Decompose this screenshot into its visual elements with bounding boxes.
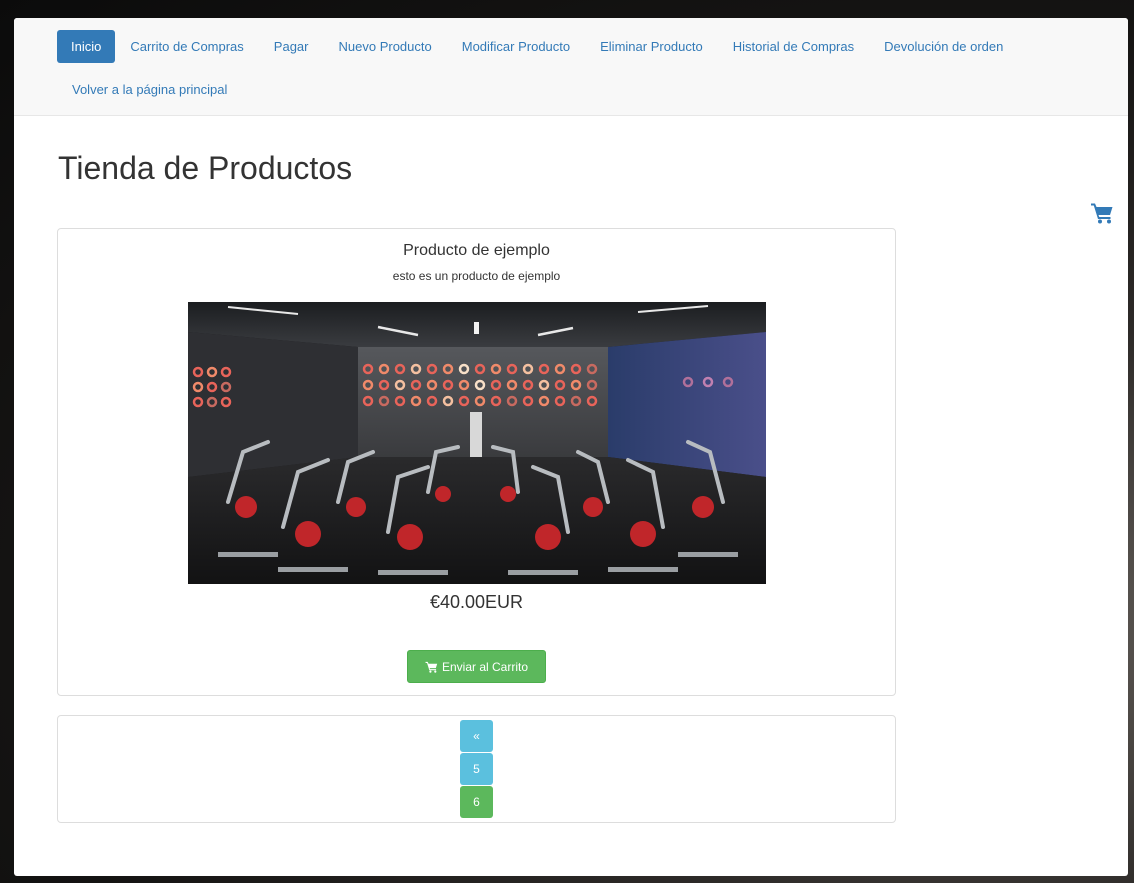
nav-nuevo-producto[interactable]: Nuevo Producto (324, 30, 447, 63)
nav-volver[interactable]: Volver a la página principal (57, 82, 242, 97)
nav-modificar-producto[interactable]: Modificar Producto (447, 30, 585, 63)
nav-pagar[interactable]: Pagar (259, 30, 324, 63)
pagination-page-6-current[interactable]: 6 (460, 786, 493, 818)
nav-eliminar-producto[interactable]: Eliminar Producto (585, 30, 718, 63)
pagination-panel: « 5 6 (57, 715, 896, 823)
product-panel: Producto de ejemplo esto es un producto … (57, 228, 896, 696)
nav-carrito[interactable]: Carrito de Compras (115, 30, 258, 63)
add-to-cart-label: Enviar al Carrito (441, 659, 529, 674)
spinning-gym-room-image (188, 302, 766, 584)
product-name: Producto de ejemplo (403, 242, 550, 259)
add-to-cart-button[interactable]: Enviar al Carrito (407, 650, 546, 683)
nav-row-secondary: Volver a la página principal (57, 78, 1128, 100)
shopping-cart-icon[interactable] (1090, 202, 1114, 224)
product-description: esto es un producto de ejemplo (392, 269, 561, 283)
nav-devolucion[interactable]: Devolución de orden (869, 30, 1018, 63)
shopping-cart-icon (425, 661, 438, 673)
nav-row-main: Inicio Carrito de Compras Pagar Nuevo Pr… (57, 28, 1128, 64)
nav-historial[interactable]: Historial de Compras (718, 30, 869, 63)
nav-inicio[interactable]: Inicio (57, 29, 116, 63)
top-navbar: Inicio Carrito de Compras Pagar Nuevo Pr… (14, 18, 1128, 116)
product-price: €40.00EUR (429, 592, 524, 612)
page-title: Tienda de Productos (58, 150, 353, 186)
pagination-page-5[interactable]: 5 (460, 753, 493, 785)
pagination-prev-button[interactable]: « (460, 720, 493, 752)
browser-window: Inicio Carrito de Compras Pagar Nuevo Pr… (14, 18, 1128, 876)
